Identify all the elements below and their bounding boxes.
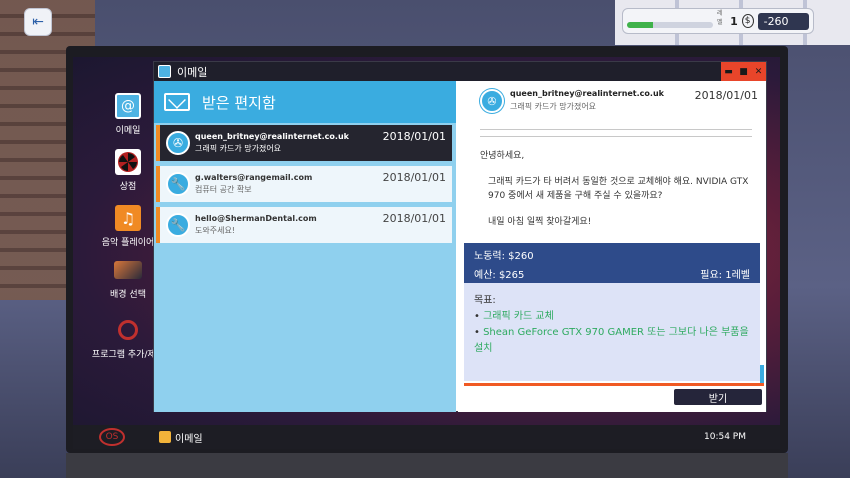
wrench-avatar-icon: 🔧 [166,213,190,237]
desk [66,453,788,478]
accept-button[interactable]: 받기 [674,389,762,405]
mail-date: 2018/01/01 [382,212,446,225]
mail-item-selected[interactable]: ✇ queen_britney@realinternet.co.uk 그래픽 카… [156,125,452,161]
email-app-icon: @ [115,93,141,119]
mail-sender: hello@ShermanDental.com [195,214,317,223]
level-number: 1 [730,14,738,28]
mail-sender: g.walters@rangemail.com [195,173,313,182]
goals-panel: 목표: • 그래픽 카드 교체 • Shean GeForce GTX 970 … [464,283,760,381]
os-logo-icon [115,317,141,343]
message-subject: 그래픽 카드가 망가졌어요 [510,102,597,111]
fan-icon [115,149,141,175]
accent-divider [464,383,764,386]
mail-subject: 도와주세요! [195,226,236,235]
goals-title: 목표: [474,295,496,306]
coin-icon: $ [741,14,754,28]
inbox-title: 받은 편지함 [202,93,276,112]
goal-item: 그래픽 카드 교체 [483,311,554,322]
wrench-avatar-icon: 🔧 [166,172,190,196]
exit-door-icon: ⇤ [32,14,44,30]
maximize-button[interactable]: ■ [736,62,751,81]
desktop-icon-label: 배경 선택 [110,290,146,300]
mail-subject: 컴퓨터 공간 확보 [195,185,252,194]
message-greeting: 안녕하세요, [480,151,525,161]
minimize-button[interactable]: ▬ [721,62,736,81]
money-display: -260 [757,12,810,30]
window-controls: ▬ ■ ✕ [721,62,766,81]
taskbar-clock: 10:54 PM [704,432,746,442]
email-window: 이메일 ▬ ■ ✕ 받은 편지함 ✇ queen_britney@realint… [153,61,767,412]
message-body: 안녕하세요, 그래픽 카드가 타 버려서 동일한 것으로 교체해야 해요. NV… [458,137,766,229]
mail-item[interactable]: 🔧 g.walters@rangemail.com 컴퓨터 공간 확보 2018… [156,166,452,202]
desktop-icon-label: 음악 플레이어 [101,238,155,248]
xp-bar [627,22,713,28]
fan-avatar-icon: ✇ [480,89,504,113]
desktop-icon-label: 이메일 [115,126,141,136]
desktop-icon-label: 상점 [119,182,137,192]
scrollbar-thumb[interactable] [760,365,764,385]
mail-subject: 그래픽 카드가 망가졌어요 [195,144,282,153]
message-header: ✇ queen_britney@realinternet.co.uk 그래픽 카… [458,81,766,129]
job-summary: 노동력: $260 예산: $265 필요: 1레벨 [464,243,760,283]
taskbar-item-label: 이메일 [175,433,203,445]
inbox-pane: 받은 편지함 ✇ queen_britney@realinternet.co.u… [154,81,456,412]
mail-date: 2018/01/01 [382,171,446,184]
start-button[interactable]: OS [99,428,125,446]
mail-date: 2018/01/01 [382,130,446,143]
required-level: 필요: 1레벨 [700,270,750,281]
envelope-icon [164,93,190,111]
player-hud: 레벨 1 $ -260 [622,8,814,34]
level-label: 레벨 [717,10,723,26]
divider [480,129,752,130]
close-button[interactable]: ✕ [751,62,766,81]
message-sender: queen_britney@realinternet.co.uk [510,89,664,98]
taskbar-item-email[interactable]: 이메일 [159,430,203,445]
message-closing: 내일 아침 일찍 찾아갈게요! [488,217,592,227]
mail-sender: queen_britney@realinternet.co.uk [195,132,349,141]
email-app-icon [158,65,171,78]
taskbar: OS 이메일 10:54 PM [73,425,780,449]
fan-avatar-icon: ✇ [166,131,190,155]
labor-value: 노동력: $260 [474,251,534,262]
budget-value: 예산: $265 [474,270,525,281]
music-note-icon: ♫ [115,205,141,231]
message-pane: ✇ queen_britney@realinternet.co.uk 그래픽 카… [458,81,766,412]
exit-button[interactable]: ⇤ [24,8,52,36]
message-date: 2018/01/01 [694,89,758,102]
email-app-icon [159,431,171,443]
window-title: 이메일 [177,65,208,79]
mail-item[interactable]: 🔧 hello@ShermanDental.com 도와주세요! 2018/01… [156,207,452,243]
wallpaper-icon [114,261,142,279]
window-titlebar[interactable]: 이메일 ▬ ■ ✕ [154,62,766,81]
computer-screen: @ 이메일 상점 ♫ 음악 플레이어 배경 선택 프로그램 추가/제거 이메일 [73,57,780,449]
xp-bar-fill [627,22,653,28]
inbox-header: 받은 편지함 [154,81,456,123]
xp-group [627,14,713,28]
goal-item: Shean GeForce GTX 970 GAMER 또는 그보다 나은 부품… [474,327,749,354]
message-paragraph: 그래픽 카드가 타 버려서 동일한 것으로 교체해야 해요. NVIDIA GT… [488,177,749,201]
